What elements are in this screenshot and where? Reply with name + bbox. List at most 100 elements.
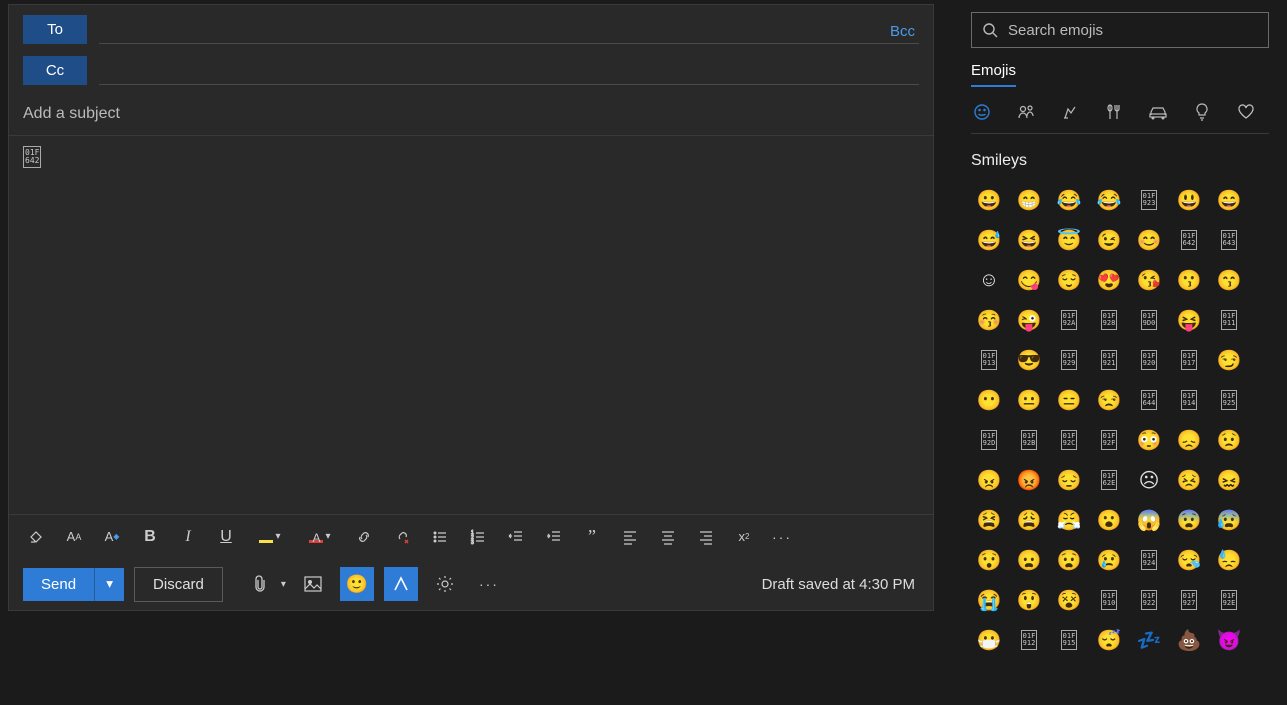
emoji-cell[interactable]: 😰 <box>1211 502 1247 538</box>
category-people[interactable] <box>1015 101 1037 123</box>
emoji-cell[interactable]: 😯 <box>971 542 1007 578</box>
emoji-cell[interactable]: 😢 <box>1091 542 1127 578</box>
emoji-cell[interactable]: 01F644 <box>1131 382 1167 418</box>
category-objects[interactable] <box>1191 101 1213 123</box>
emoji-cell[interactable]: 01F9D0 <box>1131 302 1167 338</box>
emoji-cell[interactable]: 😣 <box>1171 462 1207 498</box>
emoji-cell[interactable]: 01F92F <box>1091 422 1127 458</box>
emoji-cell[interactable]: 😀 <box>971 182 1007 218</box>
emoji-cell[interactable]: 😳 <box>1131 422 1167 458</box>
emoji-cell[interactable]: 01F62E <box>1091 462 1127 498</box>
emoji-cell[interactable]: 😂 <box>1051 182 1087 218</box>
font-size-decrease-icon[interactable]: AA <box>55 521 93 553</box>
emoji-cell[interactable]: 😷 <box>971 622 1007 658</box>
emoji-cell[interactable]: 😶 <box>971 382 1007 418</box>
emoji-cell[interactable]: 😜 <box>1011 302 1047 338</box>
discard-button[interactable]: Discard <box>134 567 223 602</box>
emoji-cell[interactable]: 01F92B <box>1011 422 1047 458</box>
emoji-cell[interactable]: 😞 <box>1171 422 1207 458</box>
emoji-cell[interactable]: 01F92C <box>1051 422 1087 458</box>
quote-icon[interactable]: ” <box>573 521 611 553</box>
emoji-cell[interactable]: 😝 <box>1171 302 1207 338</box>
align-center-icon[interactable] <box>649 521 687 553</box>
font-size-increase-icon[interactable]: A◆ <box>93 521 131 553</box>
emoji-cell[interactable]: 01F921 <box>1091 342 1127 378</box>
emoji-cell[interactable]: 😓 <box>1211 542 1247 578</box>
emoji-cell[interactable]: 😚 <box>971 302 1007 338</box>
emoji-cell[interactable]: 01F928 <box>1091 302 1127 338</box>
emoji-cell[interactable]: 01F927 <box>1171 582 1207 618</box>
attach-button[interactable]: ▾ <box>243 567 286 601</box>
category-animals[interactable] <box>1059 101 1081 123</box>
emoji-cell[interactable]: 😁 <box>1011 182 1047 218</box>
send-options-button[interactable]: ▾ <box>94 568 124 601</box>
emoji-cell[interactable]: 😮 <box>1091 502 1127 538</box>
insert-link-icon[interactable] <box>345 521 383 553</box>
emoji-cell[interactable]: ☺ <box>971 262 1007 298</box>
emoji-cell[interactable]: 😆 <box>1011 222 1047 258</box>
emoji-cell[interactable]: 😐 <box>1011 382 1047 418</box>
emoji-search[interactable] <box>971 12 1269 48</box>
chevron-down-icon[interactable]: ▾ <box>325 531 330 542</box>
emoji-cell[interactable]: 01F92D <box>971 422 1007 458</box>
emoji-cell[interactable]: 01F913 <box>971 342 1007 378</box>
emoji-cell[interactable]: 😋 <box>1011 262 1047 298</box>
send-button[interactable]: Send <box>23 568 94 601</box>
bullet-list-icon[interactable] <box>421 521 459 553</box>
more-format-icon[interactable]: ··· <box>763 521 801 553</box>
emoji-search-input[interactable] <box>1008 22 1258 39</box>
brightness-icon[interactable] <box>428 567 462 601</box>
emoji-cell[interactable]: ☹ <box>1131 462 1167 498</box>
emoji-cell[interactable]: 😱 <box>1131 502 1167 538</box>
category-symbols[interactable] <box>1235 101 1257 123</box>
emoji-cell[interactable]: 💤 <box>1131 622 1167 658</box>
emoji-cell[interactable]: 01F920 <box>1131 342 1167 378</box>
emoji-cell[interactable]: 😦 <box>1011 542 1047 578</box>
emoji-cell[interactable]: 01F929 <box>1051 342 1087 378</box>
emoji-cell[interactable]: 01F911 <box>1211 302 1247 338</box>
tab-emojis[interactable]: Emojis <box>971 62 1016 87</box>
scheduling-button[interactable] <box>384 567 418 601</box>
emoji-cell[interactable]: 01F912 <box>1011 622 1047 658</box>
chevron-down-icon[interactable]: ▾ <box>275 531 280 542</box>
emoji-cell[interactable]: 😪 <box>1171 542 1207 578</box>
align-left-icon[interactable] <box>611 521 649 553</box>
superscript-icon[interactable]: x2 <box>725 521 763 553</box>
emoji-cell[interactable]: 😑 <box>1051 382 1087 418</box>
emoji-cell[interactable]: 01F925 <box>1211 382 1247 418</box>
outdent-icon[interactable] <box>497 521 535 553</box>
emoji-cell[interactable]: 😲 <box>1011 582 1047 618</box>
emoji-cell[interactable]: 01F915 <box>1051 622 1087 658</box>
remove-link-icon[interactable] <box>383 521 421 553</box>
emoji-cell[interactable]: 01F643 <box>1211 222 1247 258</box>
emoji-cell[interactable]: 😉 <box>1091 222 1127 258</box>
emoji-cell[interactable]: 😫 <box>971 502 1007 538</box>
emoji-cell[interactable]: 01F910 <box>1091 582 1127 618</box>
emoji-cell[interactable]: 01F642 <box>1171 222 1207 258</box>
emoji-cell[interactable]: 😒 <box>1091 382 1127 418</box>
emoji-cell[interactable]: 01F914 <box>1171 382 1207 418</box>
emoji-cell[interactable]: 😘 <box>1131 262 1167 298</box>
emoji-cell[interactable]: 😂 <box>1091 182 1127 218</box>
format-painter-icon[interactable] <box>17 521 55 553</box>
cc-input-line[interactable] <box>99 57 919 85</box>
emoji-cell[interactable]: 😭 <box>971 582 1007 618</box>
number-list-icon[interactable]: 123 <box>459 521 497 553</box>
emoji-cell[interactable]: 😟 <box>1211 422 1247 458</box>
emoji-cell[interactable]: 😌 <box>1051 262 1087 298</box>
insert-picture-icon[interactable] <box>296 567 330 601</box>
emoji-cell[interactable]: 😠 <box>971 462 1007 498</box>
emoji-cell[interactable]: 😨 <box>1171 502 1207 538</box>
emoji-cell[interactable]: 😡 <box>1011 462 1047 498</box>
cc-button[interactable]: Cc <box>23 56 87 85</box>
emoji-cell[interactable]: 😖 <box>1211 462 1247 498</box>
category-smileys[interactable] <box>971 101 993 123</box>
emoji-cell[interactable]: 😧 <box>1051 542 1087 578</box>
to-input-line[interactable] <box>99 16 919 44</box>
emoji-cell[interactable]: 😍 <box>1091 262 1127 298</box>
emoji-cell[interactable]: 😔 <box>1051 462 1087 498</box>
emoji-cell[interactable]: 😅 <box>971 222 1007 258</box>
emoji-button[interactable]: 🙂 <box>340 567 374 601</box>
font-color-button[interactable]: A▾ <box>295 521 345 553</box>
emoji-cell[interactable]: 01F917 <box>1171 342 1207 378</box>
